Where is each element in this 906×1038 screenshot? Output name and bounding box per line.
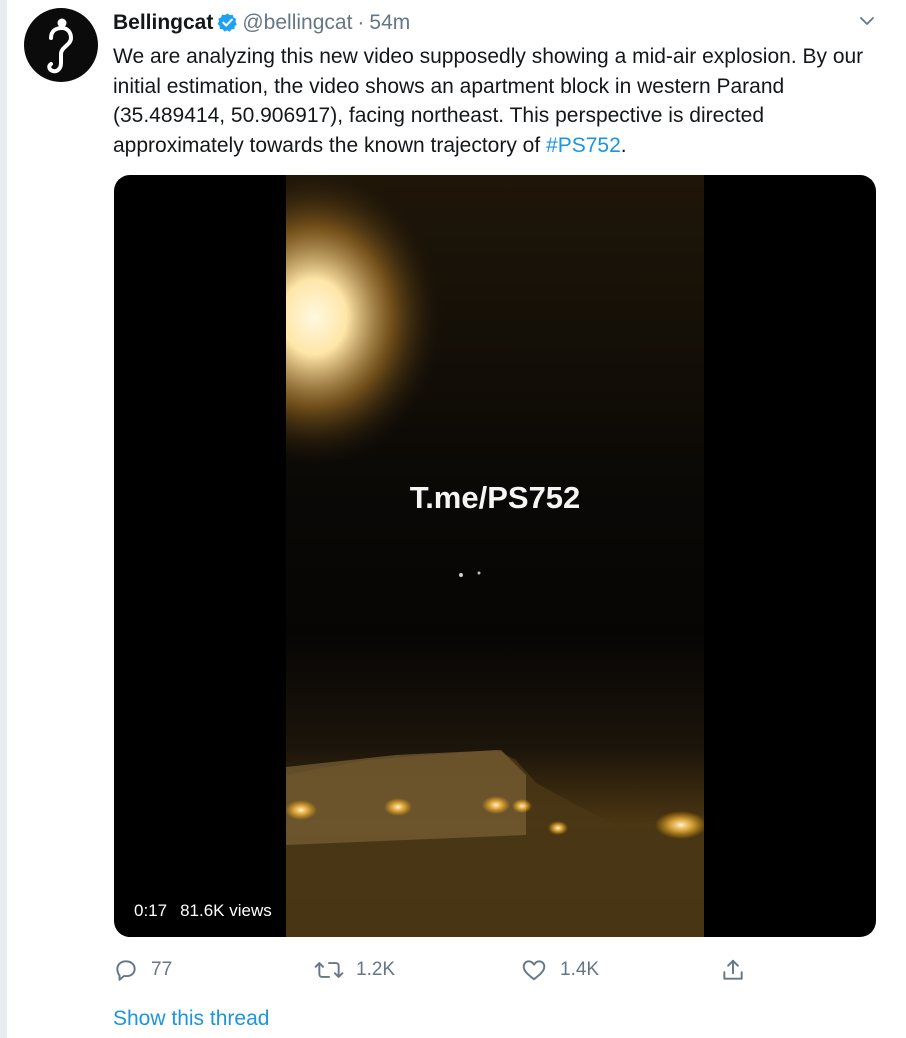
retweet-count: 1.2K <box>356 959 396 980</box>
video-views: 81.6K views <box>180 901 272 920</box>
reply-icon <box>116 960 136 981</box>
tweet-body-end: . <box>620 133 627 157</box>
like-count: 1.4K <box>560 959 600 980</box>
heart-icon <box>522 960 546 981</box>
avatar[interactable] <box>24 8 98 82</box>
reply-count: 77 <box>151 959 173 980</box>
video-frame[interactable]: T.me/PS752 <box>286 175 704 937</box>
tweet-actions: 77 1.2K 1.4K <box>113 955 753 985</box>
author-handle[interactable]: @bellingcat <box>242 11 352 34</box>
chevron-down-icon <box>860 17 874 25</box>
reply-button[interactable]: 77 <box>113 955 172 985</box>
video-player[interactable]: T.me/PS752 0:17 81.6K views <box>114 175 876 937</box>
video-scene <box>286 175 704 937</box>
header-separator: · <box>357 11 365 34</box>
retweet-icon <box>314 962 344 978</box>
tweet-menu-button[interactable] <box>858 12 876 35</box>
hashtag-link[interactable]: #PS752 <box>546 134 621 157</box>
timeline-divider <box>0 0 7 1038</box>
show-thread-link[interactable]: Show this thread <box>113 1007 269 1031</box>
tweet-timestamp[interactable]: 54m <box>369 11 410 34</box>
like-button[interactable]: 1.4K <box>520 955 599 985</box>
verified-badge-icon <box>217 12 238 40</box>
retweet-button[interactable]: 1.2K <box>314 955 395 985</box>
share-icon <box>723 959 743 980</box>
tweet-text: We are analyzing this new video supposed… <box>113 42 888 160</box>
question-hook-icon <box>47 18 74 74</box>
tweet-body: We are analyzing this new video supposed… <box>113 45 864 157</box>
video-stats-badge: 0:17 81.6K views <box>126 896 280 925</box>
tweet-header: Bellingcat @bellingcat · 54m <box>113 10 410 36</box>
author-name[interactable]: Bellingcat <box>113 11 213 34</box>
share-button[interactable] <box>720 955 758 985</box>
video-duration: 0:17 <box>134 901 168 920</box>
video-watermark: T.me/PS752 <box>409 480 581 515</box>
